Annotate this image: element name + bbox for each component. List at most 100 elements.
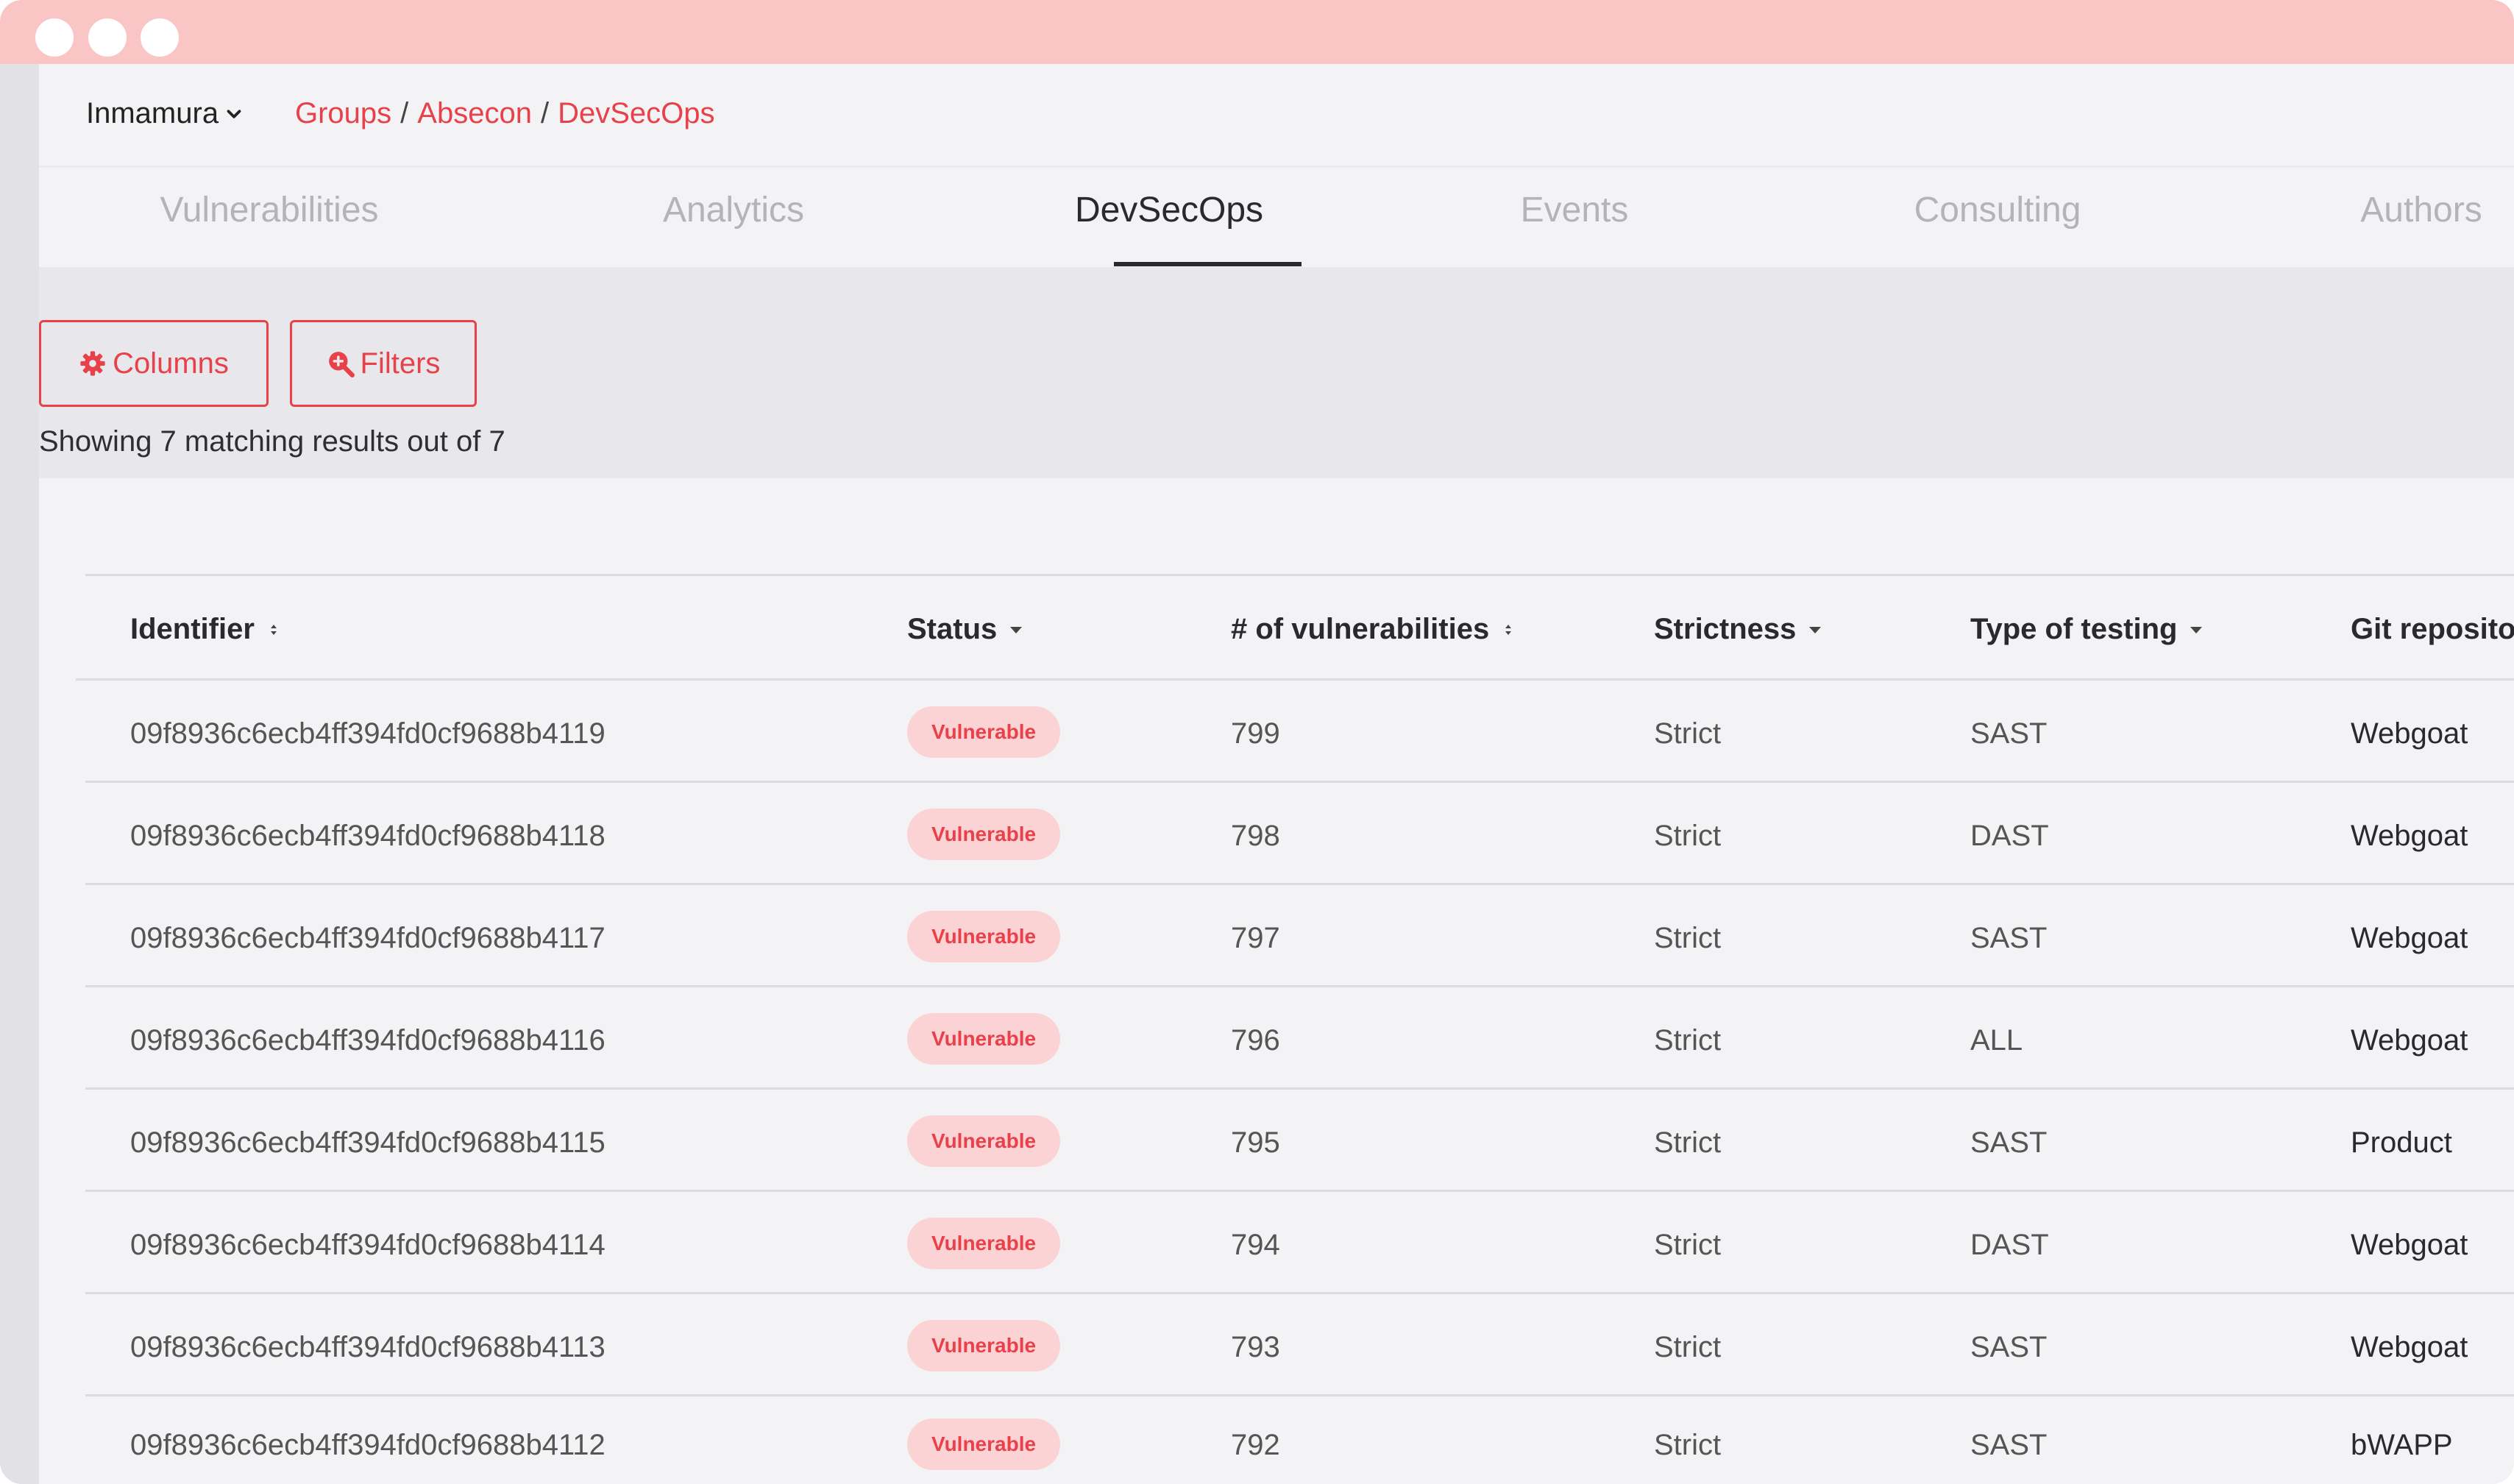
- caret-down-icon: [2190, 626, 2203, 633]
- status-badge: Vulnerable: [907, 1115, 1060, 1167]
- tab-devsecops[interactable]: DevSecOps: [1075, 190, 1263, 230]
- caret-down-icon: [1010, 626, 1023, 633]
- table-row[interactable]: 09f8936c6ecb4ff394fd0cf9688b4112 Vulnera…: [85, 1394, 2514, 1484]
- cell-identifier: 09f8936c6ecb4ff394fd0cf9688b4113: [130, 1331, 606, 1363]
- breadcrumb-groups[interactable]: Groups: [295, 97, 391, 130]
- tab-analytics[interactable]: Analytics: [663, 190, 804, 230]
- filters-button[interactable]: Filters: [290, 320, 477, 407]
- search-icon: [328, 352, 355, 377]
- cell-strictness: Strict: [1654, 717, 1722, 750]
- cell-vulnerabilities: 795: [1231, 1126, 1280, 1159]
- cell-strictness: Strict: [1654, 1331, 1722, 1363]
- status-badge: Vulnerable: [907, 1013, 1060, 1065]
- column-header-strictness-label: Strictness: [1654, 613, 1797, 645]
- status-badge: Vulnerable: [907, 1218, 1060, 1269]
- column-header-identifier-label: Identifier: [130, 613, 255, 645]
- cell-git-repository: Webgoat: [2351, 922, 2468, 954]
- column-header-type-of-testing[interactable]: Type of testing: [1970, 613, 2205, 646]
- caret-down-icon: [1809, 626, 1822, 633]
- cell-type-of-testing: ALL: [1970, 1024, 2023, 1057]
- cell-type-of-testing: SAST: [1970, 1126, 2048, 1159]
- filters-button-label: Filters: [360, 347, 441, 380]
- breadcrumb-absecon[interactable]: Absecon: [417, 97, 532, 130]
- app-window: Inmamura Groups / Absecon / DevSecOps Vu…: [0, 0, 2514, 1484]
- cell-type-of-testing: DAST: [1970, 1229, 2049, 1261]
- cell-strictness: Strict: [1654, 1126, 1722, 1159]
- active-tab-indicator: [1114, 262, 1302, 266]
- status-badge: Vulnerable: [907, 911, 1060, 962]
- org-selector-label: Inmamura: [86, 97, 219, 129]
- cell-type-of-testing: SAST: [1970, 922, 2048, 954]
- status-badge: Vulnerable: [907, 1320, 1060, 1371]
- window-close-dot[interactable]: [35, 18, 74, 57]
- cell-type-of-testing: SAST: [1970, 1331, 2048, 1363]
- cell-vulnerabilities: 792: [1231, 1429, 1280, 1461]
- cell-identifier: 09f8936c6ecb4ff394fd0cf9688b4112: [130, 1429, 606, 1461]
- top-header: Inmamura Groups / Absecon / DevSecOps: [39, 64, 2514, 168]
- window-maximize-dot[interactable]: [141, 18, 179, 57]
- table-row[interactable]: 09f8936c6ecb4ff394fd0cf9688b4119 Vulnera…: [76, 678, 2514, 780]
- column-header-type-of-testing-label: Type of testing: [1970, 613, 2178, 645]
- breadcrumb-devsecops[interactable]: DevSecOps: [558, 97, 714, 130]
- title-bar: [0, 0, 2514, 64]
- cell-vulnerabilities: 798: [1231, 820, 1280, 852]
- column-header-vulnerabilities[interactable]: # of vulnerabilities: [1231, 613, 1517, 646]
- results-summary: Showing 7 matching results out of 7: [39, 425, 505, 458]
- status-badge: Vulnerable: [907, 809, 1060, 860]
- table-row[interactable]: 09f8936c6ecb4ff394fd0cf9688b4117 Vulnera…: [85, 883, 2514, 984]
- tab-bar: Vulnerabilities Analytics DevSecOps Even…: [39, 168, 2514, 267]
- table-row[interactable]: 09f8936c6ecb4ff394fd0cf9688b4115 Vulnera…: [85, 1087, 2514, 1189]
- column-header-git-repository[interactable]: Git repositor: [2351, 613, 2514, 646]
- table-row[interactable]: 09f8936c6ecb4ff394fd0cf9688b4118 Vulnera…: [85, 781, 2514, 882]
- cell-identifier: 09f8936c6ecb4ff394fd0cf9688b4115: [130, 1126, 606, 1159]
- cell-vulnerabilities: 796: [1231, 1024, 1280, 1057]
- columns-button-label: Columns: [113, 347, 229, 380]
- org-selector[interactable]: Inmamura: [86, 97, 245, 130]
- left-sidebar-edge: [0, 64, 39, 1484]
- column-header-vulnerabilities-label: # of vulnerabilities: [1231, 613, 1490, 645]
- column-header-git-repository-label: Git repositor: [2351, 613, 2514, 645]
- cell-strictness: Strict: [1654, 1429, 1722, 1461]
- cell-git-repository: bWAPP: [2351, 1429, 2453, 1461]
- cell-vulnerabilities: 793: [1231, 1331, 1280, 1363]
- cell-git-repository: Product: [2351, 1126, 2452, 1159]
- table-top-divider: [85, 574, 2514, 576]
- cell-git-repository: Webgoat: [2351, 820, 2468, 852]
- table-row[interactable]: 09f8936c6ecb4ff394fd0cf9688b4113 Vulnera…: [85, 1292, 2514, 1394]
- tab-consulting[interactable]: Consulting: [1914, 190, 2081, 230]
- cell-strictness: Strict: [1654, 922, 1722, 954]
- tab-authors[interactable]: Authors: [2360, 190, 2482, 230]
- gear-icon: [80, 351, 105, 376]
- cell-strictness: Strict: [1654, 1024, 1722, 1057]
- table-row[interactable]: 09f8936c6ecb4ff394fd0cf9688b4116 Vulnera…: [85, 985, 2514, 1087]
- cell-type-of-testing: SAST: [1970, 1429, 2048, 1461]
- tab-events[interactable]: Events: [1521, 190, 1629, 230]
- columns-button[interactable]: Columns: [39, 320, 269, 407]
- column-header-status[interactable]: Status: [907, 613, 1025, 646]
- cell-type-of-testing: SAST: [1970, 717, 2048, 750]
- breadcrumb-separator: /: [540, 97, 550, 129]
- cell-identifier: 09f8936c6ecb4ff394fd0cf9688b4116: [130, 1024, 606, 1057]
- status-badge: Vulnerable: [907, 706, 1060, 758]
- column-header-strictness[interactable]: Strictness: [1654, 613, 1824, 646]
- cell-vulnerabilities: 799: [1231, 717, 1280, 750]
- cell-strictness: Strict: [1654, 820, 1722, 852]
- cell-identifier: 09f8936c6ecb4ff394fd0cf9688b4114: [130, 1229, 606, 1261]
- table-row[interactable]: 09f8936c6ecb4ff394fd0cf9688b4114 Vulnera…: [85, 1190, 2514, 1291]
- cell-identifier: 09f8936c6ecb4ff394fd0cf9688b4118: [130, 820, 606, 852]
- tab-vulnerabilities[interactable]: Vulnerabilities: [160, 190, 378, 230]
- cell-vulnerabilities: 797: [1231, 922, 1280, 954]
- cell-git-repository: Webgoat: [2351, 1229, 2468, 1261]
- breadcrumb: Groups / Absecon / DevSecOps: [295, 97, 715, 130]
- status-badge: Vulnerable: [907, 1419, 1060, 1470]
- table-header: Identifier Status # of vulnerabilities S…: [76, 578, 2514, 681]
- cell-git-repository: Webgoat: [2351, 1331, 2468, 1363]
- window-minimize-dot[interactable]: [88, 18, 127, 57]
- chevron-down-icon: [227, 109, 241, 118]
- breadcrumb-separator: /: [400, 97, 409, 129]
- cell-vulnerabilities: 794: [1231, 1229, 1280, 1261]
- cell-type-of-testing: DAST: [1970, 820, 2049, 852]
- column-header-identifier[interactable]: Identifier: [130, 613, 283, 646]
- cell-identifier: 09f8936c6ecb4ff394fd0cf9688b4117: [130, 922, 606, 954]
- sort-icon: [1505, 624, 1512, 635]
